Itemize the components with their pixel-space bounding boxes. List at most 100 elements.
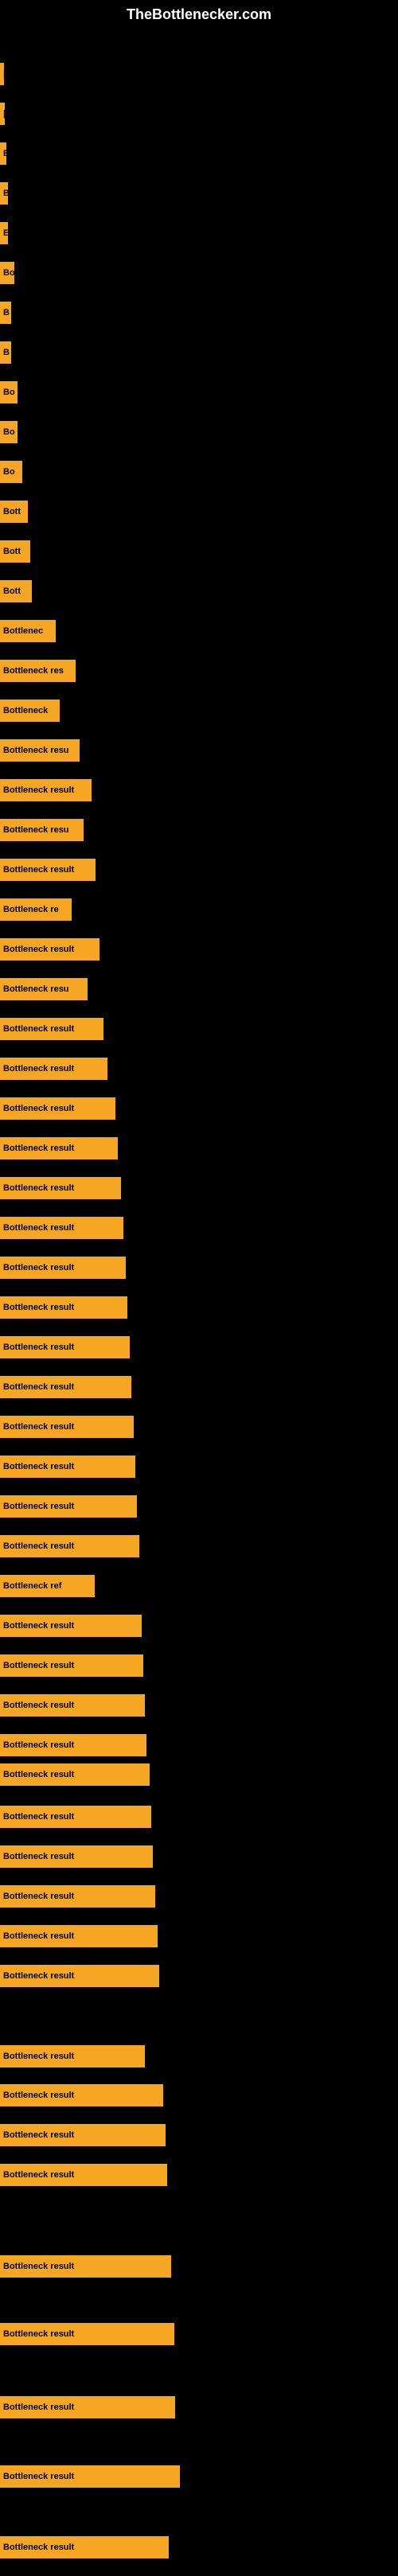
result-bar: B bbox=[0, 182, 8, 205]
bar-label: Bottleneck result bbox=[3, 1223, 74, 1233]
bar-label: E bbox=[3, 149, 6, 158]
bar-row: | bbox=[0, 101, 398, 127]
bar-label: E bbox=[3, 228, 8, 238]
result-bar: E bbox=[0, 142, 6, 165]
bar-row: Bottleneck result bbox=[0, 1804, 398, 1830]
bar-label: Bottleneck result bbox=[3, 1971, 74, 1981]
result-bar: Bottleneck result bbox=[0, 1217, 123, 1239]
bar-label: Bottleneck result bbox=[3, 1812, 74, 1822]
result-bar: Bottleneck result bbox=[0, 1535, 139, 1557]
bar-label: Bottleneck re bbox=[3, 905, 59, 914]
bar-row: Bottleneck result bbox=[0, 1374, 398, 1400]
bar-label: Bottleneck result bbox=[3, 2091, 74, 2100]
bar-label: Bo bbox=[3, 467, 15, 477]
result-bar: Bottleneck result bbox=[0, 1177, 121, 1199]
result-bar: Bottleneck result bbox=[0, 1694, 145, 1717]
bar-label: Bottleneck result bbox=[3, 2472, 74, 2481]
bar-label: Bottleneck result bbox=[3, 945, 74, 954]
bar-label: Bottleneck result bbox=[3, 1661, 74, 1670]
result-bar: Bottleneck result bbox=[0, 1763, 150, 1786]
bar-label: | bbox=[3, 69, 4, 79]
result-bar: Bottleneck result bbox=[0, 1495, 137, 1518]
result-bar: Bo bbox=[0, 421, 18, 443]
bar-row: Bottleneck result bbox=[0, 2254, 398, 2279]
bar-row: Bottleneck result bbox=[0, 1414, 398, 1440]
result-bar: Bottleneck result bbox=[0, 1734, 146, 1756]
bar-label: Bottleneck result bbox=[3, 2403, 74, 2412]
result-bar: Bottleneck result bbox=[0, 779, 92, 801]
bar-row: Bottleneck re bbox=[0, 897, 398, 922]
bar-label: Bottleneck result bbox=[3, 1064, 74, 1074]
bar-row: Bott bbox=[0, 539, 398, 564]
result-bar: Bottleneck result bbox=[0, 1806, 151, 1828]
result-bar: Bottleneck result bbox=[0, 1257, 126, 1279]
result-bar: Bottleneck result bbox=[0, 1965, 159, 1987]
bar-row: Bottleneck result bbox=[0, 2535, 398, 2560]
result-bar: Bott bbox=[0, 501, 28, 523]
bar-row: Bottleneck result bbox=[0, 1693, 398, 1718]
bar-label: Bottleneck result bbox=[3, 2130, 74, 2140]
bar-label: Bottleneck result bbox=[3, 865, 74, 875]
result-bar: Bottleneck result bbox=[0, 2536, 169, 2558]
bar-row: Bottleneck result bbox=[0, 857, 398, 883]
bar-row: Bottleneck resu bbox=[0, 738, 398, 763]
bar-row: Bottleneck result bbox=[0, 1534, 398, 1559]
bar-row: Bo bbox=[0, 419, 398, 445]
bar-row: Bottleneck result bbox=[0, 1056, 398, 1081]
bar-label: Bottleneck resu bbox=[3, 746, 69, 755]
bar-label: Bo bbox=[3, 268, 14, 278]
result-bar: Bottleneck result bbox=[0, 1097, 115, 1120]
result-bar: Bottleneck re bbox=[0, 898, 72, 921]
result-bar: Bottleneck result bbox=[0, 1137, 118, 1159]
result-bar: Bottlenec bbox=[0, 620, 56, 642]
result-bar: B bbox=[0, 302, 11, 324]
bar-label: Bottleneck result bbox=[3, 1852, 74, 1861]
bar-label: Bottleneck bbox=[3, 706, 48, 715]
result-bar: Bottleneck result bbox=[0, 1845, 153, 1868]
bar-label: Bottleneck result bbox=[3, 1502, 74, 1511]
result-bar: Bottleneck result bbox=[0, 2323, 174, 2345]
bar-row: E bbox=[0, 141, 398, 166]
bar-label: B bbox=[3, 189, 8, 198]
result-bar: Bottleneck result bbox=[0, 1456, 135, 1478]
result-bar: Bottleneck res bbox=[0, 660, 76, 682]
result-bar: Bottleneck result bbox=[0, 1615, 142, 1637]
result-bar: Bottleneck result bbox=[0, 859, 96, 881]
result-bar: Bo bbox=[0, 381, 18, 403]
bar-row: Bottleneck res bbox=[0, 658, 398, 684]
bar-row: Bottleneck result bbox=[0, 1215, 398, 1241]
result-bar: Bottleneck result bbox=[0, 2084, 163, 2106]
bar-row: E bbox=[0, 220, 398, 246]
bar-label: Bottleneck result bbox=[3, 1740, 74, 1750]
bar-label: Bottleneck resu bbox=[3, 984, 69, 994]
bar-row: Bottleneck resu bbox=[0, 976, 398, 1002]
bar-label: Bo bbox=[3, 388, 15, 397]
bar-label: Bottleneck result bbox=[3, 1183, 74, 1193]
bar-row: Bottleneck result bbox=[0, 1613, 398, 1639]
result-bar: Bottleneck result bbox=[0, 1336, 130, 1358]
result-bar: Bottleneck result bbox=[0, 1416, 134, 1438]
bar-label: Bottleneck result bbox=[3, 2329, 74, 2339]
bar-label: Bottleneck result bbox=[3, 1892, 74, 1901]
bar-row: Bottleneck result bbox=[0, 2044, 398, 2069]
bar-row: Bottleneck bbox=[0, 698, 398, 723]
bar-row: Bottleneck result bbox=[0, 777, 398, 803]
bar-row: Bottleneck result bbox=[0, 1762, 398, 1787]
result-bar: Bottleneck resu bbox=[0, 978, 88, 1000]
bar-label: Bottlenec bbox=[3, 626, 43, 636]
result-bar: B bbox=[0, 341, 11, 364]
bar-label: Bottleneck result bbox=[3, 1621, 74, 1631]
bar-label: Bott bbox=[3, 547, 21, 556]
bar-row: B bbox=[0, 300, 398, 325]
bar-label: Bottleneck result bbox=[3, 1303, 74, 1312]
bar-label: Bottleneck result bbox=[3, 1931, 74, 1941]
bar-label: Bottleneck result bbox=[3, 1701, 74, 1710]
bar-label: Bottleneck result bbox=[3, 2262, 74, 2271]
result-bar: Bottleneck result bbox=[0, 2164, 167, 2186]
result-bar: Bottleneck result bbox=[0, 1018, 103, 1040]
bar-label: Bott bbox=[3, 587, 21, 596]
result-bar: Bottleneck resu bbox=[0, 819, 84, 841]
bar-label: Bottleneck result bbox=[3, 1770, 74, 1779]
bar-row: Bottlenec bbox=[0, 618, 398, 644]
bar-label: Bottleneck ref bbox=[3, 1581, 61, 1591]
